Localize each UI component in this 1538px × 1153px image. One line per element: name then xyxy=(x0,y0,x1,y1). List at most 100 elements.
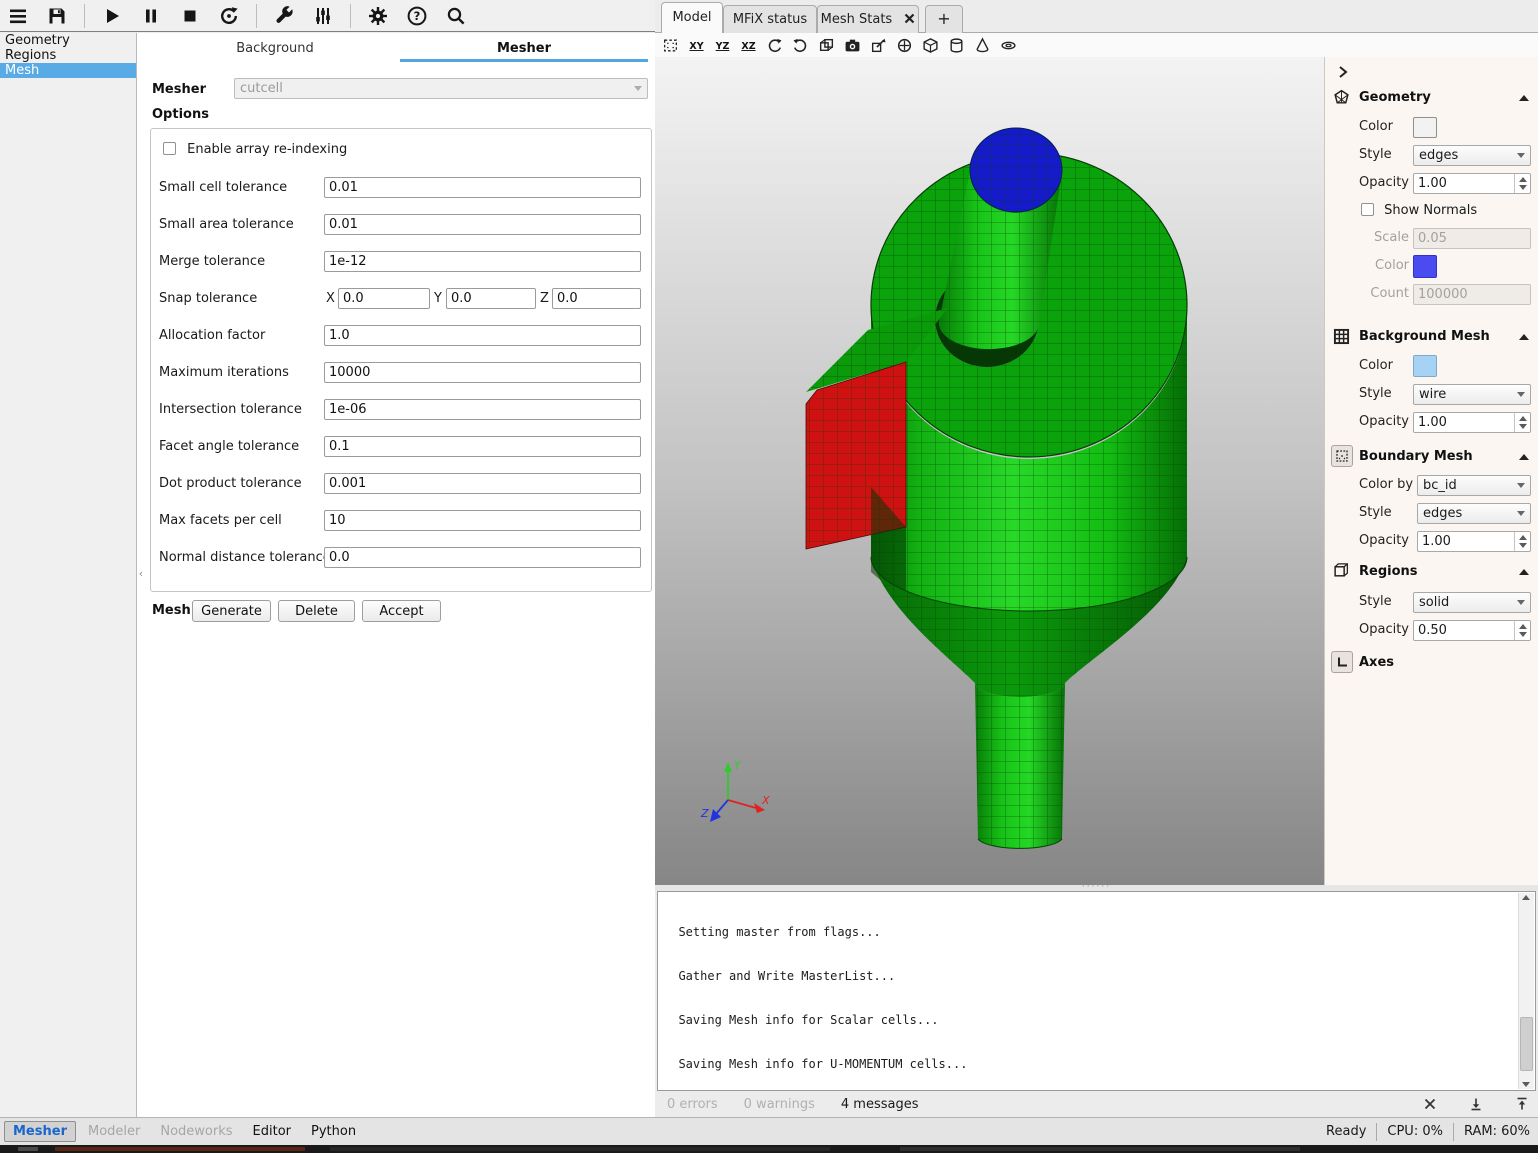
visibility-button[interactable] xyxy=(869,36,888,55)
generate-mesh-button[interactable]: Generate xyxy=(192,600,271,622)
boundary-mesh-section-header[interactable]: Boundary Mesh xyxy=(1359,449,1473,464)
parameters-button[interactable] xyxy=(311,4,335,28)
sidebar-expand-button[interactable] xyxy=(1333,63,1351,81)
mode-mesher[interactable]: Mesher xyxy=(4,1121,76,1142)
snap-tolerance-x-input[interactable] xyxy=(338,288,430,309)
background-mesh-section-header[interactable]: Background Mesh xyxy=(1359,329,1490,344)
help-button[interactable]: ? xyxy=(405,4,429,28)
reset-view-button[interactable] xyxy=(661,36,680,55)
nav-item-geometry[interactable]: Geometry xyxy=(0,33,136,48)
allocation-factor-input[interactable] xyxy=(324,325,641,346)
spin-down-icon[interactable] xyxy=(1519,424,1527,429)
boundary-mesh-color-by-combobox[interactable]: bc_id xyxy=(1417,475,1531,496)
nav-item-regions[interactable]: Regions xyxy=(0,48,136,63)
mode-nodeworks[interactable]: Nodeworks xyxy=(152,1122,240,1141)
spin-up-icon[interactable] xyxy=(1519,416,1527,421)
view-yz-button[interactable]: YZ xyxy=(713,36,732,55)
maximum-iterations-input[interactable] xyxy=(324,362,641,383)
console-output[interactable]: Setting master from flags... Gather and … xyxy=(657,891,1536,1091)
tab-mesh-stats[interactable]: Mesh Stats xyxy=(817,5,919,33)
regions-style-combobox[interactable]: solid xyxy=(1413,592,1531,613)
stop-button[interactable] xyxy=(178,4,202,28)
pause-button[interactable] xyxy=(139,4,163,28)
regions-section-header[interactable]: Regions xyxy=(1359,564,1418,579)
tab-background[interactable]: Background xyxy=(150,40,400,58)
normal-distance-tolerance-input[interactable] xyxy=(324,547,641,568)
spin-down-icon[interactable] xyxy=(1519,632,1527,637)
rotate-left-button[interactable] xyxy=(765,36,784,55)
vtk-viewport[interactable]: Y X Z xyxy=(655,57,1324,885)
geometry-color-swatch[interactable] xyxy=(1413,117,1437,138)
nav-collapse-handle[interactable]: ‹ xyxy=(135,563,147,583)
axes-toggle-button[interactable] xyxy=(1331,651,1353,673)
normals-color-swatch[interactable] xyxy=(1413,255,1437,278)
collapse-icon[interactable] xyxy=(1519,334,1529,340)
background-mesh-color-swatch[interactable] xyxy=(1413,355,1437,377)
snap-tolerance-z-input[interactable] xyxy=(552,288,641,309)
geometry-opacity-spinbox[interactable]: 1.00 xyxy=(1413,173,1531,194)
spin-up-icon[interactable] xyxy=(1519,624,1527,629)
search-button[interactable] xyxy=(444,4,468,28)
regions-opacity-spinbox[interactable]: 0.50 xyxy=(1413,620,1531,641)
enable-array-reindexing-checkbox[interactable] xyxy=(163,142,176,155)
save-button[interactable] xyxy=(45,4,69,28)
background-mesh-style-combobox[interactable]: wire xyxy=(1413,384,1531,405)
view-xz-button[interactable]: XZ xyxy=(739,36,758,55)
mesher-combobox[interactable]: cutcell xyxy=(234,78,648,99)
scroll-to-top-button[interactable] xyxy=(1512,1094,1532,1114)
accept-mesh-button[interactable]: Accept xyxy=(362,600,441,622)
mode-modeler[interactable]: Modeler xyxy=(80,1122,148,1141)
intersection-tolerance-input[interactable] xyxy=(324,399,641,420)
perspective-button[interactable] xyxy=(817,36,836,55)
show-normals-checkbox[interactable] xyxy=(1361,203,1374,216)
spin-up-icon[interactable] xyxy=(1519,177,1527,182)
add-sphere-button[interactable] xyxy=(895,36,914,55)
collapse-icon[interactable] xyxy=(1519,454,1529,460)
dot-product-tolerance-input[interactable] xyxy=(324,473,641,494)
snap-tolerance-y-input[interactable] xyxy=(446,288,536,309)
facet-angle-tolerance-input[interactable] xyxy=(324,436,641,457)
mode-editor[interactable]: Editor xyxy=(245,1122,299,1141)
geometry-style-combobox[interactable]: edges xyxy=(1413,145,1531,166)
settings-button[interactable] xyxy=(366,4,390,28)
mode-python[interactable]: Python xyxy=(303,1122,364,1141)
reset-button[interactable] xyxy=(217,4,241,28)
scroll-up-icon[interactable] xyxy=(1522,895,1530,900)
console-scrollbar-thumb[interactable] xyxy=(1520,1017,1533,1071)
rotate-right-button[interactable] xyxy=(791,36,810,55)
tab-mfix-status[interactable]: MFiX status xyxy=(723,5,817,33)
add-cone-button[interactable] xyxy=(973,36,992,55)
add-cylinder-button[interactable] xyxy=(947,36,966,55)
spin-down-icon[interactable] xyxy=(1519,543,1527,548)
boundary-mesh-opacity-spinbox[interactable]: 1.00 xyxy=(1417,531,1531,552)
spin-down-icon[interactable] xyxy=(1519,185,1527,190)
view-xy-button[interactable]: XY xyxy=(687,36,706,55)
collapse-icon[interactable] xyxy=(1519,569,1529,575)
add-disc-button[interactable] xyxy=(999,36,1018,55)
scroll-down-icon[interactable] xyxy=(1522,1082,1530,1087)
save-log-button[interactable] xyxy=(1466,1094,1486,1114)
merge-tolerance-input[interactable] xyxy=(324,251,641,272)
collapse-icon[interactable] xyxy=(1519,95,1529,101)
boundary-mesh-style-combobox[interactable]: edges xyxy=(1417,503,1531,524)
axes-section-header[interactable]: Axes xyxy=(1359,655,1394,670)
small-cell-tolerance-input[interactable] xyxy=(324,177,641,198)
tab-mesher[interactable]: Mesher xyxy=(400,40,648,58)
boundary-mesh-toggle-button[interactable] xyxy=(1331,445,1353,467)
tab-model[interactable]: Model xyxy=(661,2,723,33)
nav-item-mesh[interactable]: Mesh xyxy=(0,63,136,78)
build-button[interactable] xyxy=(272,4,296,28)
menu-button[interactable] xyxy=(6,4,30,28)
background-mesh-opacity-spinbox[interactable]: 1.00 xyxy=(1413,412,1531,433)
delete-mesh-button[interactable]: Delete xyxy=(278,600,355,622)
max-facets-per-cell-input[interactable] xyxy=(324,510,641,531)
add-tab-button[interactable]: + xyxy=(925,5,963,33)
clear-console-button[interactable] xyxy=(1420,1094,1440,1114)
screenshot-button[interactable] xyxy=(843,36,862,55)
close-tab-icon[interactable] xyxy=(900,12,915,27)
small-area-tolerance-input[interactable] xyxy=(324,214,641,235)
geometry-section-header[interactable]: Geometry xyxy=(1359,90,1431,105)
console-scrollbar[interactable] xyxy=(1518,893,1534,1089)
add-box-button[interactable] xyxy=(921,36,940,55)
run-button[interactable] xyxy=(100,4,124,28)
